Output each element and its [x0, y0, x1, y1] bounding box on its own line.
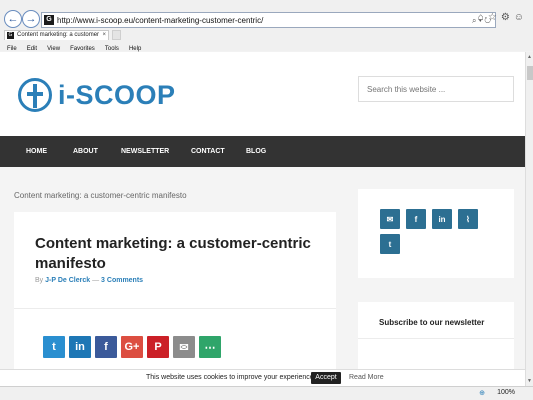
divider [14, 308, 336, 309]
share-buttons: t in f G+ P ✉ ⋯ [43, 336, 221, 358]
twitter-icon[interactable]: t [43, 336, 65, 358]
main-navigation: HOME ABOUT NEWSLETTER CONTACT BLOG [0, 136, 525, 167]
logo-text: i-SCOOP [58, 79, 176, 110]
site-header: i-SCOOP [0, 52, 525, 136]
nav-blog[interactable]: BLOG [246, 136, 266, 167]
author-link[interactable]: J-P De Clerck [45, 277, 90, 284]
tab-close-icon[interactable]: × [102, 31, 106, 40]
facebook-icon[interactable]: f [406, 209, 426, 229]
address-bar[interactable]: G http://www.i-scoop.eu/content-marketin… [41, 12, 496, 28]
newsletter-title: Subscribe to our newsletter [379, 318, 485, 327]
cookie-text: This website uses cookies to improve you… [146, 374, 316, 381]
twitter-icon[interactable]: t [380, 234, 400, 254]
site-logo[interactable]: i-SCOOP [18, 78, 176, 112]
browser-tab[interactable]: G Content marketing: a customer-c... × [4, 30, 109, 40]
web-page: i-SCOOP HOME ABOUT NEWSLETTER CONTACT BL… [0, 52, 525, 392]
linkedin-icon[interactable]: in [69, 336, 91, 358]
menu-bar: File Edit View Favorites Tools Help [0, 41, 533, 52]
facebook-icon[interactable]: f [95, 336, 117, 358]
email-icon[interactable]: ✉ [173, 336, 195, 358]
scroll-up-icon[interactable]: ▲ [527, 54, 532, 60]
article-title: Content marketing: a customer-centric ma… [35, 235, 311, 272]
back-button[interactable]: ← [4, 10, 22, 28]
read-more-link[interactable]: Read More [349, 374, 384, 381]
vertical-scrollbar[interactable]: ▲ ▼ [525, 52, 533, 386]
browser-chrome: ← → G http://www.i-scoop.eu/content-mark… [0, 0, 533, 52]
email-icon[interactable]: ✉ [380, 209, 400, 229]
divider [358, 338, 514, 339]
forward-button[interactable]: → [22, 10, 40, 28]
more-share-icon[interactable]: ⋯ [199, 336, 221, 358]
article-card: Content marketing: a customer-centric ma… [14, 212, 336, 392]
comments-link[interactable]: 3 Comments [101, 277, 143, 284]
pinterest-icon[interactable]: P [147, 336, 169, 358]
nav-home[interactable]: HOME [26, 136, 47, 167]
status-bar: ⊕ 100% [0, 386, 533, 400]
tab-favicon-icon: G [7, 32, 14, 39]
zoom-level[interactable]: 100% [497, 389, 515, 396]
byline-prefix: By [35, 277, 44, 284]
google-plus-icon[interactable]: G+ [121, 336, 143, 358]
nav-about[interactable]: ABOUT [73, 136, 98, 167]
scroll-thumb[interactable] [527, 66, 533, 80]
address-url[interactable]: http://www.i-scoop.eu/content-marketing-… [57, 14, 263, 27]
nav-newsletter[interactable]: NEWSLETTER [121, 136, 169, 167]
scroll-down-icon[interactable]: ▼ [527, 378, 532, 384]
site-favicon-icon: G [44, 15, 54, 25]
breadcrumb: Content marketing: a customer-centric ma… [14, 191, 187, 200]
linkedin-icon[interactable]: in [432, 209, 452, 229]
search-input[interactable] [359, 77, 513, 101]
rss-icon[interactable]: ⌇ [458, 209, 478, 229]
accept-cookies-button[interactable]: Accept [311, 372, 341, 384]
logo-mark-icon [18, 78, 52, 112]
social-icons: ✉ f in ⌇ t [380, 209, 490, 254]
browser-tools-icons[interactable]: ⌂☆⚙☺ [478, 12, 528, 23]
social-widget: ✉ f in ⌇ t [358, 189, 514, 278]
zoom-icon[interactable]: ⊕ [479, 389, 485, 397]
nav-contact[interactable]: CONTACT [191, 136, 225, 167]
article-byline: By J-P De Clerck — 3 Comments [35, 277, 143, 284]
new-tab-button[interactable] [112, 30, 121, 40]
tab-title: Content marketing: a customer-c... [17, 32, 99, 38]
cookie-bar: This website uses cookies to improve you… [0, 369, 525, 386]
byline-separator: — [92, 277, 100, 284]
site-search [358, 76, 514, 102]
